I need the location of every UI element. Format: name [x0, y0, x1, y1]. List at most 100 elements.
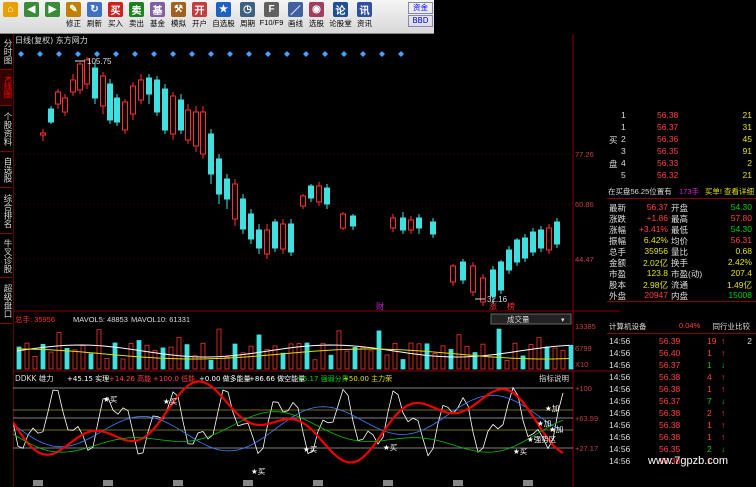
candle-body[interactable] [530, 231, 536, 253]
event-diamond-icon[interactable] [189, 51, 195, 57]
news-button[interactable]: 讯资讯 [354, 0, 375, 33]
sector-name[interactable]: 计算机设备 [609, 321, 647, 332]
event-diamond-icon[interactable] [360, 51, 366, 57]
chevron-down-icon[interactable]: ▾ [561, 316, 565, 324]
event-diamond-icon[interactable] [322, 51, 328, 57]
event-diamond-icon[interactable] [265, 51, 271, 57]
candle-body[interactable] [450, 265, 456, 283]
event-diamond-icon[interactable] [151, 51, 157, 57]
candle-body[interactable] [416, 217, 422, 229]
event-diamond-icon[interactable] [246, 51, 252, 57]
candle-body[interactable] [146, 77, 152, 95]
event-diamond-icon[interactable] [227, 51, 233, 57]
volume-indicator-dropdown[interactable] [490, 313, 572, 325]
candle-body[interactable] [288, 223, 294, 253]
event-diamond-icon[interactable] [113, 51, 119, 57]
sidebar-tab-3[interactable]: 自选股 [0, 152, 12, 188]
forward-button[interactable]: ▶ [42, 0, 63, 33]
candle-body[interactable] [62, 97, 68, 113]
candle-body[interactable] [92, 67, 98, 99]
candle-body[interactable] [460, 261, 466, 281]
stock-pick-button[interactable]: ◉ 选股 [306, 0, 327, 33]
candle-body[interactable] [470, 265, 476, 293]
candle-body[interactable] [162, 88, 168, 131]
candle-body[interactable] [272, 221, 278, 249]
candle-body[interactable] [538, 229, 544, 249]
candle-body[interactable] [193, 111, 199, 147]
candle-body[interactable] [185, 109, 191, 141]
event-diamond-icon[interactable] [379, 51, 385, 57]
event-diamond-icon[interactable] [341, 51, 347, 57]
order-book-row[interactable]: 5 56.32 21 [607, 170, 756, 181]
candle-body[interactable] [324, 187, 330, 205]
refresh-button[interactable]: ↻ 刷新 [84, 0, 105, 33]
candle-body[interactable] [216, 158, 222, 195]
candle-body[interactable] [77, 63, 83, 91]
candle-body[interactable] [208, 133, 214, 175]
candle-body[interactable] [130, 85, 136, 115]
candle-body[interactable] [154, 79, 160, 113]
candle-body[interactable] [248, 213, 254, 240]
candle-body[interactable] [170, 95, 176, 135]
sidebar-tab-6[interactable]: 超级盘口 [0, 278, 12, 324]
event-diamond-icon[interactable] [170, 51, 176, 57]
sidebar-tab-1[interactable]: K线图 [0, 70, 12, 106]
order-detail-link[interactable]: 买单! 查看详细 [705, 186, 754, 197]
event-diamond-icon[interactable] [75, 51, 81, 57]
order-book-row[interactable]: 1 56.37 31 [607, 122, 756, 133]
event-diamond-icon[interactable] [56, 51, 62, 57]
sidebar-tab-5[interactable]: 牛叉诊股 [0, 234, 12, 278]
period-button[interactable]: ◷ 周期 [237, 0, 258, 33]
sector-row[interactable]: 计算机设备 0.04% 同行业比较 [607, 321, 756, 332]
candle-body[interactable] [316, 185, 322, 203]
event-marker[interactable]: 榜 [507, 301, 515, 311]
candle-body[interactable] [40, 132, 46, 136]
order-book-row[interactable]: 3 56.35 91 [607, 146, 756, 157]
candle-body[interactable] [514, 239, 520, 263]
draw-button[interactable]: ／ 画线 [285, 0, 306, 33]
candle-body[interactable] [48, 108, 54, 123]
candle-body[interactable] [408, 219, 414, 231]
watchlist-button[interactable]: ★ 自选股 [210, 0, 237, 33]
candle-body[interactable] [280, 223, 286, 250]
event-diamond-icon[interactable] [208, 51, 214, 57]
candle-body[interactable] [264, 229, 270, 255]
event-diamond-icon[interactable] [303, 51, 309, 57]
event-diamond-icon[interactable] [284, 51, 290, 57]
home-button[interactable]: ⌂ [0, 0, 21, 33]
candle-body[interactable] [480, 277, 486, 303]
candle-body[interactable] [70, 79, 76, 93]
research-button[interactable]: 论论股堂 [327, 0, 354, 33]
fund-button[interactable]: 基基金 [147, 0, 168, 33]
event-diamond-icon[interactable] [132, 51, 138, 57]
kline-chart[interactable]: 77.2660.8644.47105.7532.16财涨榜总手: 35956 MA… [13, 34, 620, 487]
simulate-button[interactable]: ⚒ 模拟 [168, 0, 189, 33]
indicator-help-link[interactable]: 指标说明 [539, 373, 569, 383]
candle-body[interactable] [107, 83, 113, 121]
candle-body[interactable] [430, 221, 436, 235]
candle-body[interactable] [256, 229, 262, 249]
buy-button[interactable]: 买买入 [105, 0, 126, 33]
candle-body[interactable] [308, 185, 314, 199]
sell-button[interactable]: 卖卖出 [126, 0, 147, 33]
sidebar-tab-4[interactable]: 综合排名 [0, 188, 12, 234]
event-diamond-icon[interactable] [37, 51, 43, 57]
candle-body[interactable] [100, 75, 106, 107]
toolbar-fund-bbd[interactable]: 资金 BBD [407, 0, 434, 33]
candle-body[interactable] [114, 97, 120, 123]
event-diamond-icon[interactable] [18, 51, 24, 57]
candle-body[interactable] [490, 269, 496, 297]
candle-body[interactable] [138, 79, 144, 101]
modify-button[interactable]: ✎ 修正 [63, 0, 84, 33]
candle-body[interactable] [506, 249, 512, 271]
f10-button[interactable]: F F10/F9 [258, 0, 285, 33]
event-marker[interactable]: 财 [376, 301, 384, 311]
candle-body[interactable] [178, 99, 184, 131]
open-account-button[interactable]: 开开户 [189, 0, 210, 33]
candle-body[interactable] [340, 213, 346, 229]
fund-label[interactable]: 资金 [408, 2, 433, 14]
order-book-row[interactable]: 买 2 56.36 45 [607, 134, 756, 145]
candle-body[interactable] [240, 198, 246, 230]
candle-body[interactable] [390, 217, 396, 229]
candle-body[interactable] [55, 91, 61, 105]
